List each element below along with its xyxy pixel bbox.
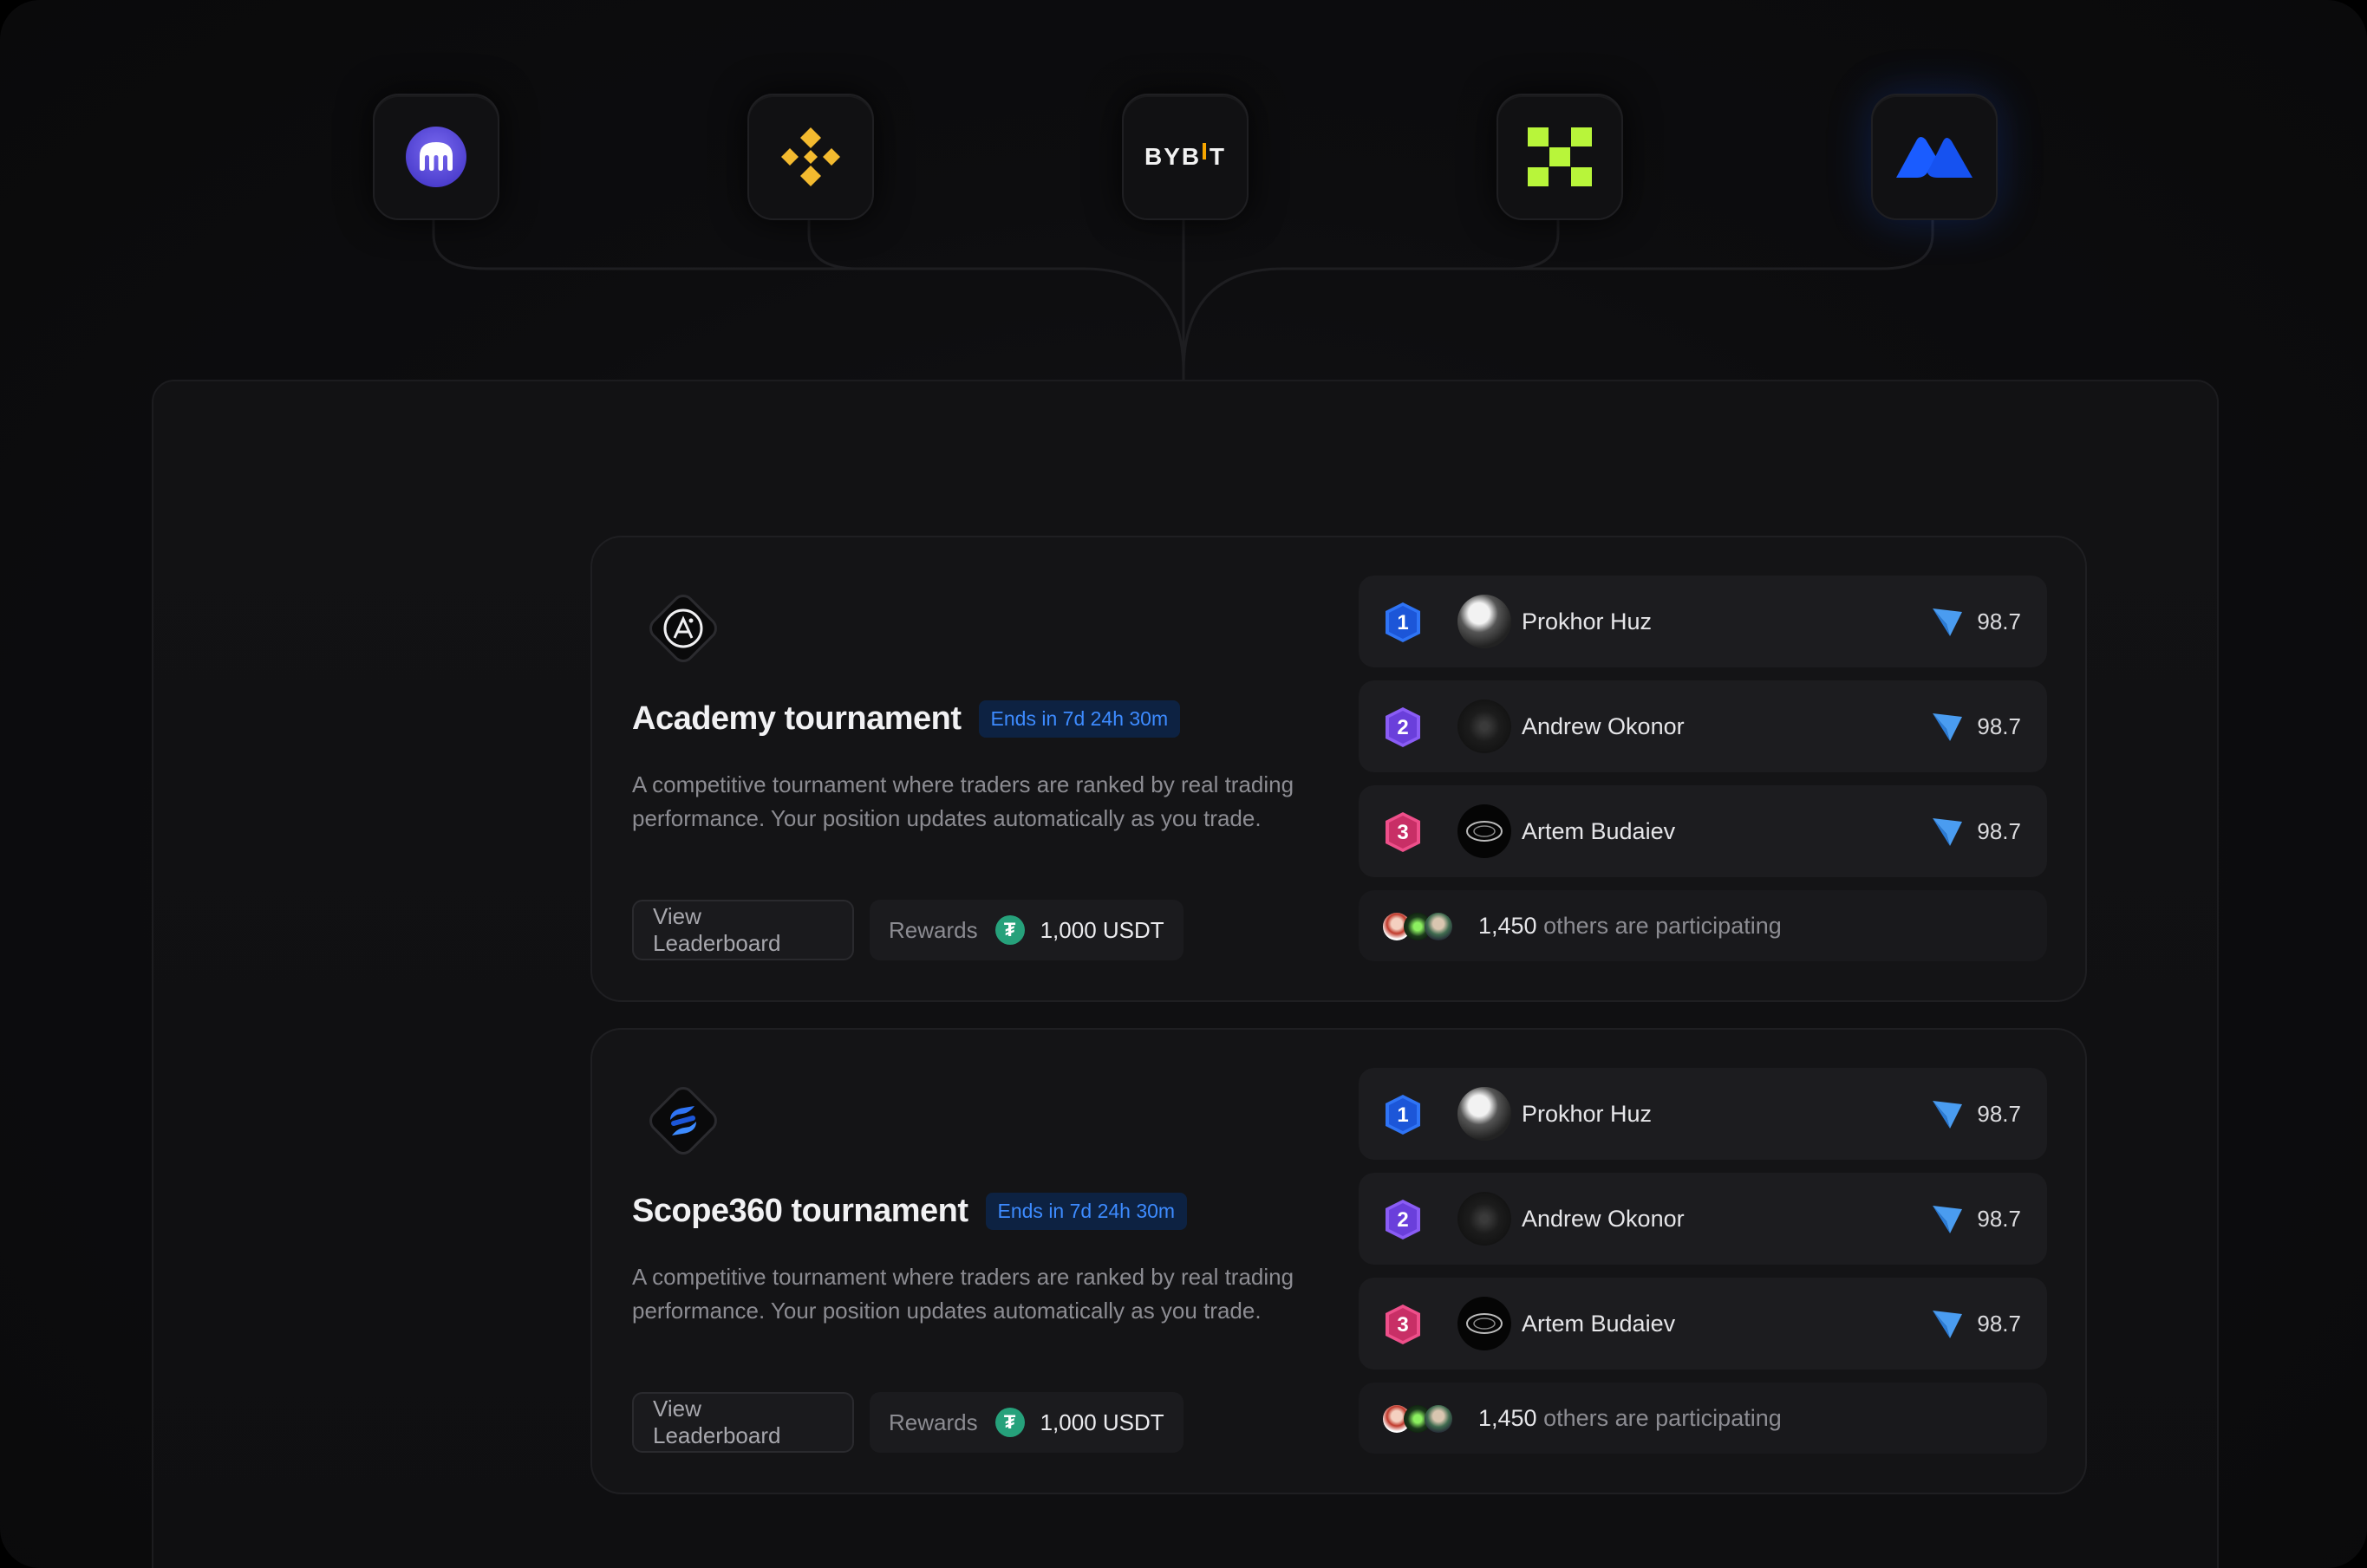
binance-logo-icon — [781, 127, 840, 186]
leader-score: 98.7 — [1977, 818, 2021, 844]
ends-badge: Ends in 7d 24h 30m — [978, 700, 1181, 738]
svg-text:3: 3 — [1397, 1313, 1408, 1337]
tournament-title: Scope360 tournament — [632, 1193, 968, 1229]
page: BYBIT Academy tournament Ends in 7d 24h … — [0, 0, 2367, 1568]
avatar — [1457, 804, 1511, 858]
rewards-pill: Rewards ₮ 1,000 USDT — [870, 900, 1184, 960]
rank-badge-2-icon: 2 — [1386, 1200, 1420, 1239]
okx-logo-icon — [1528, 127, 1592, 186]
tournament-description: A competitive tournament where traders a… — [632, 1264, 1294, 1324]
svg-text:3: 3 — [1397, 821, 1408, 844]
ends-badge: Ends in 7d 24h 30m — [985, 1193, 1188, 1230]
tether-icon: ₮ — [994, 915, 1025, 945]
exchange-mexc[interactable] — [1871, 94, 1998, 220]
rewards-label: Rewards — [889, 1409, 978, 1435]
leader-score: 98.7 — [1977, 1101, 2021, 1127]
participant-avatars — [1383, 909, 1461, 944]
others-participating-text: 1,450 others are participating — [1478, 913, 1782, 939]
avatar — [1457, 595, 1511, 648]
avatar — [1425, 1405, 1452, 1433]
tournament-card-academy: Academy tournament Ends in 7d 24h 30m A … — [590, 536, 2087, 1002]
leader-name: Prokhor Huz — [1522, 1101, 1653, 1127]
score-arrow-icon — [1933, 1101, 1962, 1129]
score-arrow-icon — [1933, 818, 1962, 846]
rewards-amount: 1,000 USDT — [1040, 1409, 1164, 1435]
rewards-amount: 1,000 USDT — [1040, 916, 1164, 943]
others-participating-row: 1,450 others are participating — [1359, 890, 2047, 961]
leaderboard-row[interactable]: 3 Artem Budaiev 98.7 — [1359, 785, 2047, 877]
leaderboard-row[interactable]: 2 Andrew Okonor 98.7 — [1359, 1173, 2047, 1265]
avatar — [1457, 1087, 1511, 1141]
tournaments-panel: Academy tournament Ends in 7d 24h 30m A … — [152, 380, 2219, 1568]
leaderboard-row[interactable]: 1 Prokhor Huz 98.7 — [1359, 576, 2047, 667]
avatar — [1425, 913, 1452, 940]
leader-score: 98.7 — [1977, 1311, 2021, 1337]
svg-text:1: 1 — [1397, 1103, 1408, 1127]
leader-name: Prokhor Huz — [1522, 608, 1653, 634]
leader-score: 98.7 — [1977, 1206, 2021, 1232]
mexc-logo-icon — [1896, 137, 1972, 178]
score-arrow-icon — [1933, 1311, 1962, 1338]
rank-badge-2-icon: 2 — [1386, 707, 1420, 747]
tournament-description: A competitive tournament where traders a… — [632, 771, 1294, 831]
exchange-kraken[interactable] — [373, 94, 499, 220]
kraken-logo-icon — [406, 127, 466, 187]
svg-text:2: 2 — [1397, 1208, 1408, 1232]
others-participating-row: 1,450 others are participating — [1359, 1383, 2047, 1454]
scope360-logo-icon — [636, 1073, 731, 1168]
academy-logo-icon — [636, 581, 731, 676]
tournament-title: Academy tournament — [632, 700, 962, 737]
exchange-bybit[interactable]: BYBIT — [1122, 94, 1249, 220]
rank-badge-1-icon: 1 — [1386, 1095, 1420, 1135]
leader-name: Andrew Okonor — [1522, 713, 1685, 739]
score-arrow-icon — [1933, 1206, 1962, 1233]
rank-badge-1-icon: 1 — [1386, 602, 1420, 642]
tether-icon: ₮ — [994, 1408, 1025, 1437]
bybit-logo-icon: BYBIT — [1144, 138, 1226, 170]
rank-badge-3-icon: 3 — [1386, 1304, 1420, 1344]
avatar — [1457, 1192, 1511, 1246]
others-participating-text: 1,450 others are participating — [1478, 1405, 1782, 1431]
exchange-binance[interactable] — [747, 94, 874, 220]
svg-text:1: 1 — [1397, 611, 1408, 634]
avatar — [1457, 1297, 1511, 1350]
leader-score: 98.7 — [1977, 608, 2021, 634]
rewards-pill: Rewards ₮ 1,000 USDT — [870, 1392, 1184, 1453]
view-leaderboard-button[interactable]: View Leaderboard — [632, 900, 854, 960]
avatar — [1457, 699, 1511, 753]
rewards-label: Rewards — [889, 916, 978, 943]
exchange-okx[interactable] — [1496, 94, 1623, 220]
score-arrow-icon — [1933, 713, 1962, 741]
rank-badge-3-icon: 3 — [1386, 812, 1420, 852]
leaderboard-row[interactable]: 2 Andrew Okonor 98.7 — [1359, 680, 2047, 772]
leaderboard-row[interactable]: 1 Prokhor Huz 98.7 — [1359, 1068, 2047, 1160]
tournament-card-scope360: Scope360 tournament Ends in 7d 24h 30m A… — [590, 1028, 2087, 1494]
leader-score: 98.7 — [1977, 713, 2021, 739]
leader-name: Andrew Okonor — [1522, 1206, 1685, 1232]
leaderboard-row[interactable]: 3 Artem Budaiev 98.7 — [1359, 1278, 2047, 1370]
svg-text:2: 2 — [1397, 716, 1408, 739]
participant-avatars — [1383, 1402, 1461, 1436]
score-arrow-icon — [1933, 608, 1962, 636]
view-leaderboard-button[interactable]: View Leaderboard — [632, 1392, 854, 1453]
leader-name: Artem Budaiev — [1522, 818, 1676, 844]
leader-name: Artem Budaiev — [1522, 1311, 1676, 1337]
